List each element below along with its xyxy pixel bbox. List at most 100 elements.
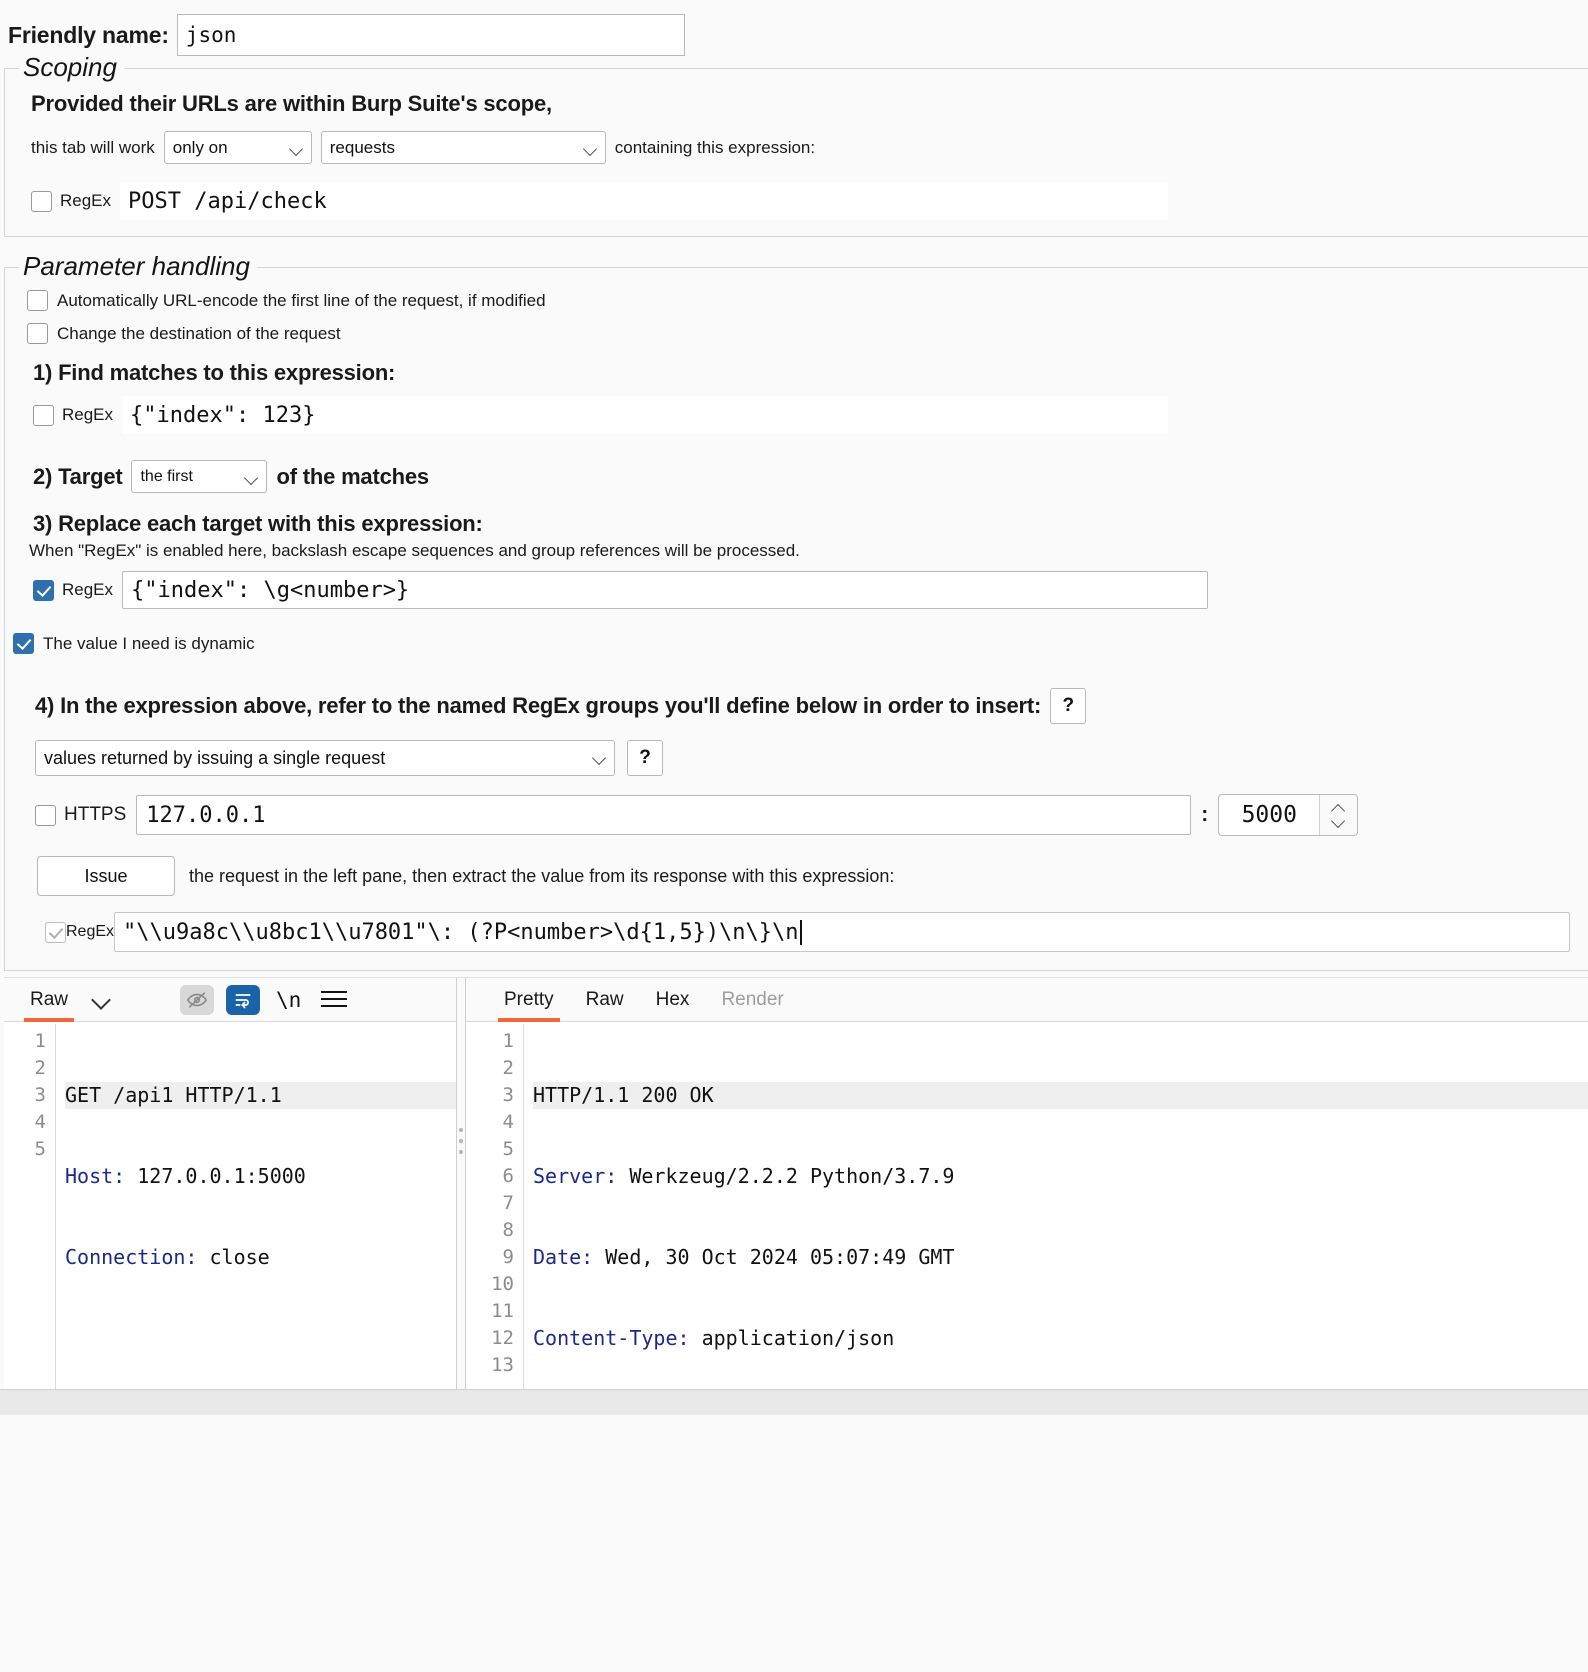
step4-heading: 4) In the expression above, refer to the… — [35, 693, 1041, 719]
port-input[interactable]: 5000 — [1219, 795, 1319, 835]
line-number: 6 — [466, 1163, 514, 1190]
line-number: 7 — [466, 1190, 514, 1217]
header-value: close — [197, 1245, 269, 1269]
step3-note: When "RegEx" is enabled here, backslash … — [29, 541, 1588, 561]
request-line — [65, 1325, 456, 1352]
extract-regex-checkbox[interactable] — [45, 922, 66, 943]
dynamic-value-row: The value I need is dynamic — [13, 633, 1588, 654]
header-key: Date: — [533, 1245, 593, 1269]
step3-heading: 3) Replace each target with this express… — [33, 511, 1588, 537]
bottom-status-strip — [0, 1389, 1588, 1415]
request-line: GET /api1 HTTP/1.1 — [65, 1082, 456, 1109]
extract-expression-input[interactable]: "\\u9a8c\\u8bc1\\u7801"\: (?P<number>\d{… — [114, 912, 1570, 952]
line-number: 9 — [466, 1244, 514, 1271]
header-value: Werkzeug/2.2.2 Python/3.7.9 — [617, 1164, 954, 1188]
line-number: 1 — [4, 1028, 46, 1055]
step3-regex-checkbox[interactable] — [33, 580, 54, 601]
scope-regex-row: RegEx POST /api/check — [31, 182, 1168, 220]
step2-combo-wrap: the first — [131, 460, 267, 493]
response-line: Content-Type: application/json — [533, 1325, 1588, 1352]
value-source-help-button[interactable]: ? — [627, 740, 663, 776]
request-lines: GET /api1 HTTP/1.1 Host: 127.0.0.1:5000 … — [56, 1024, 456, 1389]
editor-panes: Raw \n — [4, 977, 1588, 1389]
scoping-legend: Scoping — [19, 52, 124, 83]
friendly-name-label: Friendly name: — [8, 22, 169, 49]
line-number: 2 — [466, 1055, 514, 1082]
line-number: 4 — [466, 1109, 514, 1136]
step1-regex-checkbox[interactable] — [33, 405, 54, 426]
step4-help-button[interactable]: ? — [1050, 688, 1086, 724]
hamburger-menu-icon[interactable] — [321, 991, 347, 1009]
scope-regex-checkbox[interactable] — [31, 191, 52, 212]
line-number: 3 — [466, 1082, 514, 1109]
line-number: 13 — [466, 1352, 514, 1379]
eye-off-icon[interactable] — [180, 985, 214, 1015]
urlencode-label: Automatically URL-encode the first line … — [57, 291, 546, 311]
scope-target-select[interactable]: requests — [321, 131, 606, 164]
word-wrap-icon[interactable] — [226, 985, 260, 1015]
scope-mode-combo-wrap: only on — [164, 131, 312, 164]
change-destination-label: Change the destination of the request — [57, 324, 341, 344]
header-value: 127.0.0.1:5000 — [125, 1164, 306, 1188]
extract-regex-row: RegEx "\\u9a8c\\u8bc1\\u7801"\: (?P<numb… — [45, 912, 1588, 952]
step2-row: 2) Target the first of the matches — [33, 460, 1588, 493]
step2-suffix: of the matches — [276, 464, 428, 490]
issue-button[interactable]: Issue — [37, 856, 175, 896]
chevron-up-icon[interactable] — [1332, 806, 1345, 813]
newline-toggle[interactable]: \n — [276, 988, 301, 1012]
pane-divider[interactable] — [456, 978, 466, 1389]
tab-response-raw[interactable]: Raw — [570, 978, 640, 1022]
tab-response-pretty[interactable]: Pretty — [488, 978, 570, 1022]
value-source-combo-wrap: values returned by issuing a single requ… — [35, 740, 615, 776]
response-code-area[interactable]: 1 2 3 4 5 6 7 8 9 10 11 12 13 HTTP/1.1 2… — [466, 1022, 1588, 1389]
request-code-area[interactable]: 1 2 3 4 5 GET /api1 HTTP/1.1 Host: 127.0… — [4, 1022, 456, 1389]
dynamic-value-checkbox[interactable] — [13, 633, 34, 654]
step2-target-select[interactable]: the first — [131, 460, 267, 493]
port-spin-buttons[interactable] — [1319, 795, 1357, 835]
urlencode-option-row: Automatically URL-encode the first line … — [27, 290, 1588, 311]
response-line: Date: Wed, 30 Oct 2024 05:07:49 GMT — [533, 1244, 1588, 1271]
scope-regex-label: RegEx — [60, 191, 111, 211]
response-pane: Pretty Raw Hex Render 1 2 3 4 5 6 7 8 9 … — [466, 978, 1588, 1389]
header-key: Connection: — [65, 1245, 197, 1269]
line-number: 4 — [4, 1109, 46, 1136]
line-number: 2 — [4, 1055, 46, 1082]
chevron-down-icon[interactable] — [92, 991, 110, 1009]
urlencode-checkbox[interactable] — [27, 290, 48, 311]
port-separator: : — [1201, 803, 1208, 827]
value-source-row: values returned by issuing a single requ… — [35, 740, 1588, 776]
scoping-group: Scoping Provided their URLs are within B… — [4, 68, 1588, 237]
parameter-handling-legend: Parameter handling — [19, 251, 257, 282]
scope-mode-select[interactable]: only on — [164, 131, 312, 164]
tab-response-render[interactable]: Render — [705, 978, 799, 1022]
change-destination-option-row: Change the destination of the request — [27, 323, 1588, 344]
https-checkbox[interactable] — [35, 805, 56, 826]
port-stepper[interactable]: 5000 — [1218, 794, 1358, 836]
step1-heading: 1) Find matches to this expression: — [33, 360, 1588, 386]
line-number: 11 — [466, 1298, 514, 1325]
response-lines: HTTP/1.1 200 OK Server: Werkzeug/2.2.2 P… — [524, 1024, 1588, 1389]
step3-expression-input[interactable]: {"index": \g<number>} — [122, 571, 1208, 609]
request-toolbar: Raw \n — [4, 978, 456, 1022]
value-source-select[interactable]: values returned by issuing a single requ… — [35, 740, 615, 776]
step1-regex-row: RegEx {"index": 123} — [33, 396, 1168, 434]
line-number: 3 — [4, 1082, 46, 1109]
tab-response-hex[interactable]: Hex — [640, 978, 706, 1022]
chevron-down-icon[interactable] — [1332, 818, 1345, 825]
issue-request-row: Issue the request in the left pane, then… — [37, 856, 1588, 896]
tab-request-raw[interactable]: Raw — [14, 978, 84, 1022]
response-line: Server: Werkzeug/2.2.2 Python/3.7.9 — [533, 1163, 1588, 1190]
step1-expression-input[interactable]: {"index": 123} — [122, 396, 1168, 434]
response-line-numbers: 1 2 3 4 5 6 7 8 9 10 11 12 13 — [466, 1024, 524, 1389]
header-key: Host: — [65, 1164, 125, 1188]
scope-suffix-text: containing this expression: — [615, 138, 815, 158]
dynamic-value-label: The value I need is dynamic — [43, 634, 255, 654]
friendly-name-input[interactable] — [177, 14, 685, 56]
scope-expression-row: this tab will work only on requests cont… — [31, 131, 1588, 164]
host-input[interactable]: 127.0.0.1 — [136, 795, 1191, 835]
header-value: application/json — [690, 1326, 895, 1350]
scope-expression-input[interactable]: POST /api/check — [120, 182, 1168, 220]
step4-heading-row: 4) In the expression above, refer to the… — [35, 688, 1588, 724]
change-destination-checkbox[interactable] — [27, 323, 48, 344]
issue-description: the request in the left pane, then extra… — [189, 866, 894, 887]
